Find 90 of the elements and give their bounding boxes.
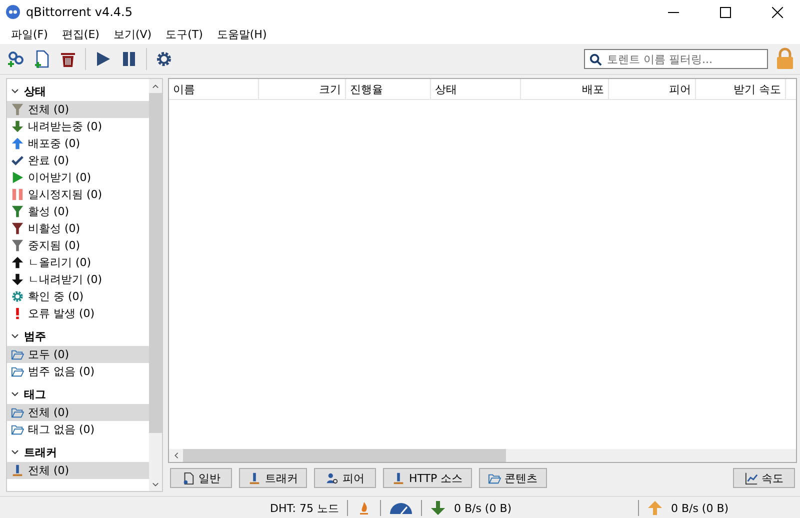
- checkmark-icon: [11, 154, 24, 167]
- document-icon: [182, 472, 194, 484]
- pause-icon: [120, 50, 138, 68]
- sidebar-item[interactable]: 중지됨 (0): [7, 237, 149, 254]
- person-search-icon: [326, 472, 338, 484]
- dht-status: DHT: 75 노드: [270, 500, 339, 516]
- trash-icon: [59, 50, 77, 68]
- speed-button[interactable]: 속도: [733, 468, 795, 488]
- folder-icon: [11, 365, 24, 378]
- chevron-icon[interactable]: [11, 390, 19, 398]
- up-arrow-icon: [646, 501, 663, 515]
- sidebar-item[interactable]: 전체 (0): [7, 101, 149, 118]
- tab-button[interactable]: HTTP 소스: [383, 468, 472, 488]
- folder-icon: [488, 472, 501, 484]
- link-plus-icon: [7, 50, 25, 68]
- sidebar-item[interactable]: 전체 (0): [7, 462, 149, 479]
- sidebar-item[interactable]: 일시정지됨 (0): [7, 186, 149, 203]
- funnel-icon: [11, 239, 24, 252]
- sidebar-item[interactable]: 전체 (0): [7, 404, 149, 421]
- tracker-icon: [11, 464, 24, 477]
- sidebar-item[interactable]: ㄴ내려받기 (0): [7, 271, 149, 288]
- sidebar-item[interactable]: 확인 중 (0): [7, 288, 149, 305]
- tab-button[interactable]: 트래커: [239, 468, 307, 488]
- tab-button[interactable]: 피어: [314, 468, 376, 488]
- menu-item[interactable]: 도움말(H): [210, 26, 274, 42]
- tracker-icon: [248, 472, 261, 484]
- upload-speed: 0 B/s (0 B): [670, 502, 729, 514]
- maximize-icon: [720, 6, 730, 18]
- folder-icon: [11, 348, 24, 361]
- section-header: 태그: [24, 386, 46, 402]
- chevron-icon[interactable]: [11, 448, 19, 456]
- sidebar-item[interactable]: 이어받기 (0): [7, 169, 149, 186]
- up-arrow-icon: [11, 256, 24, 269]
- search-field[interactable]: 토렌트 이름 필터링...: [584, 49, 768, 69]
- down-arrow-icon: [430, 501, 446, 515]
- funnel-icon: [11, 222, 24, 235]
- sidebar-item[interactable]: 모두 (0): [7, 346, 149, 363]
- section-header: 범주: [24, 328, 46, 344]
- play-icon: [11, 171, 24, 184]
- chevron-down-icon: [152, 480, 159, 488]
- download-speed: 0 B/s (0 B): [454, 502, 513, 514]
- search-icon: [589, 52, 602, 66]
- settings-icon: [155, 50, 173, 68]
- down-arrow-icon: [11, 273, 24, 286]
- column-header[interactable]: 받기 속도: [696, 79, 786, 99]
- scrollbar-thumb[interactable]: [149, 93, 162, 433]
- sidebar-item[interactable]: 오류 발생 (0): [7, 305, 149, 322]
- chevron-icon[interactable]: [11, 87, 19, 95]
- file-plus-icon: [33, 50, 51, 68]
- menu-item[interactable]: 파일(F): [4, 26, 55, 42]
- tab-button[interactable]: 일반: [170, 468, 232, 488]
- column-header[interactable]: 상태: [431, 79, 521, 99]
- menu-item[interactable]: 도구(T): [158, 26, 210, 42]
- down-arrow-icon: [11, 120, 24, 133]
- folder-icon: [11, 406, 24, 419]
- tab-button[interactable]: 콘텐츠: [478, 468, 547, 488]
- sidebar-item[interactable]: 비활성 (0): [7, 220, 149, 237]
- sidebar-item[interactable]: 내려받는중 (0): [7, 118, 149, 135]
- funnel-icon: [11, 205, 24, 218]
- menu-item[interactable]: 편집(E): [54, 26, 106, 42]
- section-header: 트래커: [24, 444, 57, 460]
- chevron-left-icon: [172, 452, 180, 459]
- sidebar-item[interactable]: 태그 없음 (0): [7, 421, 149, 438]
- pause-icon: [11, 188, 24, 201]
- section-header: 상태: [24, 84, 46, 98]
- scrollbar-thumb[interactable]: [183, 449, 506, 462]
- column-header[interactable]: 이름: [169, 79, 259, 99]
- sidebar-item[interactable]: ㄴ올리기 (0): [7, 254, 149, 271]
- sidebar-item[interactable]: 범주 없음 (0): [7, 363, 149, 380]
- speedometer-icon[interactable]: [388, 502, 413, 514]
- play-icon: [94, 50, 112, 68]
- sidebar-item[interactable]: 활성 (0): [7, 203, 149, 220]
- server-icon: [392, 472, 405, 484]
- app-logo-icon: [6, 5, 20, 19]
- column-header[interactable]: 크기: [259, 79, 346, 99]
- chevron-up-icon: [152, 82, 159, 90]
- close-icon: [772, 6, 782, 18]
- menu-item[interactable]: 보기(V): [106, 26, 159, 42]
- chevron-icon[interactable]: [11, 332, 19, 340]
- sidebar-item[interactable]: 배포중 (0): [7, 135, 149, 152]
- column-header[interactable]: 피어: [609, 79, 696, 99]
- folder-icon: [11, 423, 24, 436]
- sidebar-item[interactable]: 완료 (0): [7, 152, 149, 169]
- line-chart-icon: [744, 472, 758, 484]
- gear-icon: [11, 290, 24, 303]
- funnel-icon: [11, 103, 24, 116]
- column-header[interactable]: 배포: [521, 79, 609, 99]
- column-header[interactable]: 진행율: [346, 79, 431, 99]
- up-arrow-icon: [11, 137, 24, 150]
- window-title: qBittorrent v4.4.5: [26, 5, 134, 19]
